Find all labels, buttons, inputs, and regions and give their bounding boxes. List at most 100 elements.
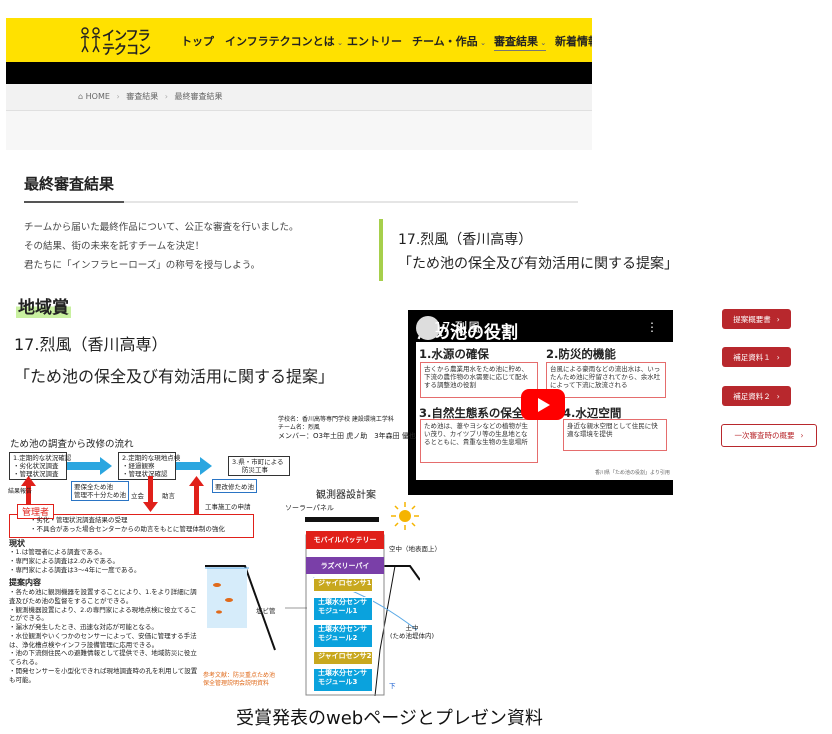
button-label: 補足資料２: [733, 391, 771, 401]
video-text-4: 身近な親水空間として住民に快適な環境を提供: [563, 419, 667, 451]
nav-top[interactable]: トップ: [181, 33, 214, 49]
slide-school: 学校名：香川高等専門学校 建設環境工学科: [278, 416, 394, 423]
breadcrumb-current: 最終審査結果: [174, 92, 223, 101]
sun-icon: [391, 502, 419, 530]
proposal-item: ・水位観測やいくつかのセンサーによって、安価に管理する手法は、浄化槽点検やインフ…: [9, 631, 197, 649]
slide-team: チーム名：烈風: [278, 423, 320, 431]
chevron-right-icon: ›: [776, 391, 780, 401]
reference-text: 参考文献：防災重点ため池 保全管理説明会説明資料: [203, 672, 276, 687]
chevron-down-icon: ⌄: [477, 39, 486, 47]
nav-results[interactable]: 審査結果 ⌄: [494, 33, 547, 51]
team-name-left: 17.烈風（香川高専）: [14, 335, 168, 354]
manager-item: ・劣化・管理状況調査結果の受理: [30, 516, 128, 524]
site-logo[interactable]: インフラ テクコン: [80, 25, 166, 58]
title-underline-accent: [24, 201, 124, 203]
battery-block: モバイルバッテリー: [306, 531, 384, 549]
diagram-title: 観測器設計案: [316, 490, 376, 501]
gyro-sensor-2: ジャイロセンサ2: [313, 651, 373, 665]
gyro-sensor-1: ジャイロセンサ1: [313, 578, 373, 592]
gray-band: [6, 111, 592, 150]
air-label: 空中（地表面上）: [389, 545, 441, 553]
nav-entry[interactable]: エントリー: [347, 33, 402, 49]
intro-line-2: その結果、街の未来を託すチームを決定！: [24, 241, 205, 252]
intro-line-1: チームから届いた最終作品について、公正な審査を行いました。: [24, 222, 299, 233]
label-advice: 助言: [162, 492, 175, 500]
supplement-2-button[interactable]: 補足資料２ ›: [722, 386, 791, 406]
status-list: ・1.は管理者による調査である。 ・専門家による調査は2.のみである。 ・専門家…: [9, 548, 141, 574]
video-text-1: 古くから農業用水をため池に貯め、下流の農作物の水需要に応じて配水する調整池の役割: [420, 362, 538, 398]
video-head-1: 1.水源の確保: [419, 347, 489, 361]
manager-item: ・不具合があった場合センターからの助言をもとに管理体制の強化: [30, 524, 225, 533]
label-witness: 立会: [131, 492, 144, 500]
proposal-list: ・各ため池に観測機器を設置することにより、1.をより詳細に調査及びため池の監督を…: [9, 588, 201, 684]
logo-text-2: テクコン: [102, 43, 151, 58]
home-icon: ⌂: [78, 92, 84, 101]
proposal-item: ・池の下流側住民への避難情報として提供でき、地域防災に役立てられる。: [9, 649, 197, 667]
award-title: 地域賞: [16, 293, 71, 318]
pipe-label: 塩ビ管: [256, 607, 276, 615]
nav-about[interactable]: インフラテクコンとは ⌄: [225, 33, 343, 49]
button-label: 提案概要書: [733, 314, 771, 324]
chevron-right-icon: ›: [776, 314, 780, 324]
proposal-title-left: 「ため池の保全及び有効活用に関する提案」: [14, 367, 335, 386]
status-item: ・1.は管理者による調査である。: [9, 548, 106, 556]
intro-line-3: 君たちに「インフラヒーローズ」の称号を授与しよう。: [24, 260, 261, 271]
play-icon[interactable]: [521, 389, 565, 420]
more-vert-icon[interactable]: ⋮: [646, 320, 658, 334]
nav-news[interactable]: 新着情報: [555, 33, 592, 49]
soil-sensor-2: 土壌水分センサ モジュール2: [313, 624, 373, 648]
status-item: ・専門家による調査は2.のみである。: [9, 556, 119, 565]
chevron-down-icon: ⌄: [538, 39, 547, 47]
manager-items: ・劣化・管理状況調査結果の受理 ・不具合があった場合センターからの助言をもとに管…: [30, 516, 225, 534]
flow-step-3: 3.県・市町による 防災工事: [228, 456, 290, 477]
chevron-right-icon: ›: [776, 352, 780, 362]
soil-sensor-1: 土壌水分センサ モジュール1: [313, 597, 373, 621]
rpi-block: ラズベリーパイ: [306, 557, 384, 574]
soil-sensor-3: 土壌水分センサ モジュール3: [313, 668, 373, 692]
label-repair-ponds: 要改修ため池: [212, 479, 257, 493]
nav-about-label: インフラテクコンとは: [225, 35, 335, 48]
video-source: 香川県「ため池の役割」より引用: [595, 470, 670, 476]
page-title: 最終審査結果: [24, 175, 115, 193]
proposal-item: ・漏水が発生したとき、迅速な対応が可能となる。: [9, 623, 158, 632]
step2-title: 2.定期的な現地点検: [122, 454, 181, 462]
logo-people-icon: [80, 27, 101, 53]
breadcrumb-sep: ›: [116, 92, 120, 101]
nav-teams[interactable]: チーム・作品 ⌄: [412, 33, 486, 49]
supplement-1-button[interactable]: 補足資料１ ›: [722, 347, 791, 367]
proposal-title-right: 「ため池の保全及び有効活用に関する提案」: [398, 256, 678, 272]
first-review-button[interactable]: 一次審査時の概要 ›: [721, 424, 817, 447]
header-black-bar: [6, 62, 592, 84]
proposal-item: ・各ため池に観測機器を設置することにより、1.をより詳細に調査及びため池の監督を…: [9, 588, 197, 605]
nav-teams-label: チーム・作品: [412, 35, 478, 48]
bottom-label: 下: [389, 682, 396, 690]
proposal-heading: 提案内容: [9, 578, 41, 587]
status-item: ・専門家による調査は3〜4年に一度である。: [9, 565, 141, 574]
proposal-item: ・開発センサーを小型化できれば現地調査時の孔を利用して設置も可能。: [9, 666, 198, 684]
slide-members: メンバー：O3年土田 虎ノ助 3年森田 優也: [278, 431, 416, 440]
flow-title: ため池の調査から改修の流れ: [10, 439, 134, 450]
button-label: 補足資料１: [733, 352, 771, 362]
chevron-down-icon: ⌄: [334, 39, 343, 47]
chevron-right-icon: ›: [800, 431, 804, 440]
label-report: 結果報告: [8, 488, 33, 495]
nav-results-label: 審査結果: [494, 35, 538, 48]
proposal-summary-button[interactable]: 提案概要書 ›: [722, 309, 791, 329]
breadcrumb: ⌂ HOME › 審査結果 › 最終審査結果: [78, 91, 223, 102]
video-text-3: ため池は、葦やヨシなどの植物が生い茂り、カイツブリ等の生息地となるとともに、貴重…: [420, 419, 538, 463]
breadcrumb-sep: ›: [164, 92, 168, 101]
proposal-item: ・観測機器設置により、2.の専門家による現地点検に役立てることができる。: [9, 605, 197, 623]
soil-label: 土中 (ため池堤体内): [390, 624, 435, 641]
video-title[interactable]: 17.烈風: [434, 317, 481, 336]
video-head-2: 2.防災的機能: [546, 347, 616, 361]
breadcrumb-home[interactable]: HOME: [86, 92, 110, 101]
figure-caption: 受賞発表のwebページとプレゼン資料: [236, 708, 543, 729]
button-label: 一次審査時の概要: [734, 431, 795, 440]
breadcrumb-results[interactable]: 審査結果: [126, 92, 158, 101]
step3-line: 3.県・市町による: [232, 458, 284, 466]
team-name-right: 17.烈風（香川高専）: [398, 232, 533, 248]
highlight-bar: [379, 219, 383, 281]
step3-line: 防災工事: [242, 466, 268, 475]
step1-title: 1.定期的な状況確認: [13, 454, 72, 462]
slide-team-info: 学校名：香川高等専門学校 建設環境工学科 チーム名：烈風 メンバー：O3年土田 …: [278, 416, 416, 441]
